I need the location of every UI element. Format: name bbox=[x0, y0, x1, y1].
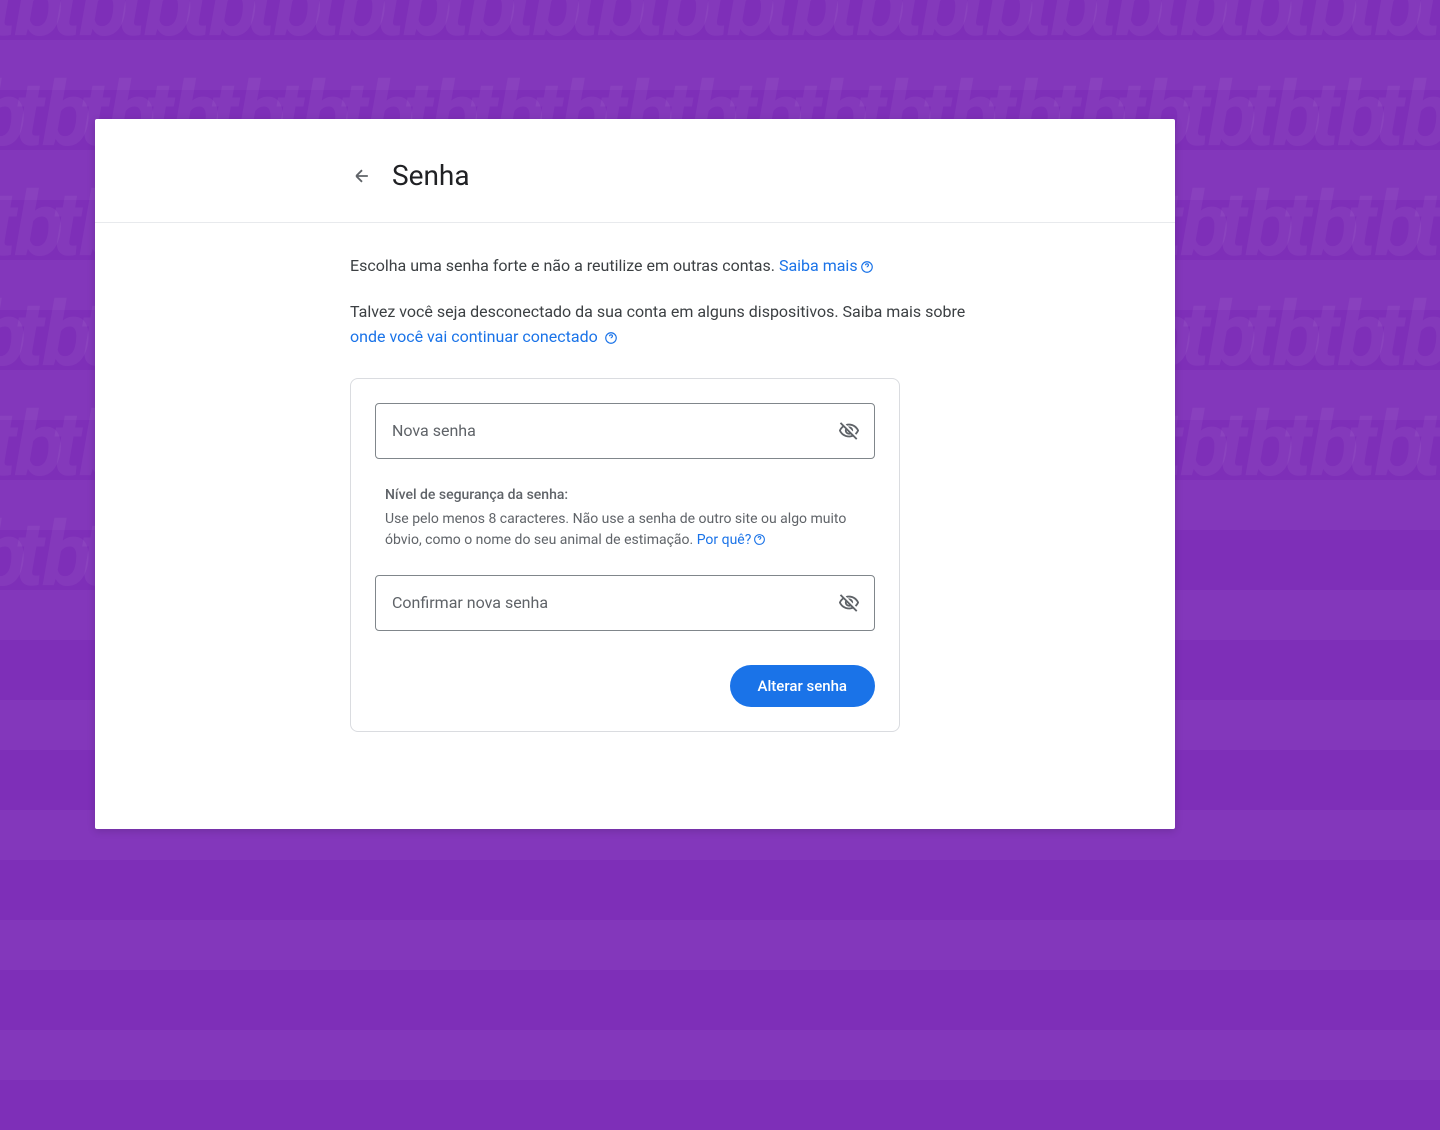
confirm-password-wrapper bbox=[375, 575, 875, 631]
change-password-button[interactable]: Alterar senha bbox=[730, 665, 875, 707]
header: Senha bbox=[350, 119, 1175, 222]
intro-text-2: Talvez você seja desconectado da sua con… bbox=[350, 302, 965, 321]
stay-connected-link[interactable]: onde você vai continuar conectado bbox=[350, 327, 618, 346]
new-password-wrapper bbox=[375, 403, 875, 459]
confirm-password-input[interactable] bbox=[375, 575, 875, 631]
page-title: Senha bbox=[392, 159, 470, 192]
intro-line-2: Talvez você seja desconectado da sua con… bbox=[350, 299, 975, 350]
password-settings-card: Senha Escolha uma senha forte e não a re… bbox=[95, 119, 1175, 829]
learn-more-link[interactable]: Saiba mais bbox=[779, 256, 874, 275]
strength-title: Nível de segurança da senha: bbox=[385, 487, 875, 503]
toggle-visibility-icon[interactable] bbox=[837, 419, 861, 443]
content-area: Escolha uma senha forte e não a reutiliz… bbox=[350, 223, 975, 732]
intro-text-1: Escolha uma senha forte e não a reutiliz… bbox=[350, 256, 779, 275]
back-arrow-icon[interactable] bbox=[350, 164, 374, 188]
help-icon bbox=[860, 260, 874, 274]
why-link[interactable]: Por quê? bbox=[697, 532, 768, 548]
toggle-visibility-icon[interactable] bbox=[837, 591, 861, 615]
password-strength-section: Nível de segurança da senha: Use pelo me… bbox=[385, 487, 875, 551]
strength-description: Use pelo menos 8 caracteres. Não use a s… bbox=[385, 509, 875, 551]
submit-row: Alterar senha bbox=[375, 665, 875, 707]
help-icon bbox=[604, 331, 618, 345]
intro-line-1: Escolha uma senha forte e não a reutiliz… bbox=[350, 253, 975, 279]
password-form: Nível de segurança da senha: Use pelo me… bbox=[350, 378, 900, 732]
help-icon bbox=[753, 533, 767, 547]
new-password-input[interactable] bbox=[375, 403, 875, 459]
